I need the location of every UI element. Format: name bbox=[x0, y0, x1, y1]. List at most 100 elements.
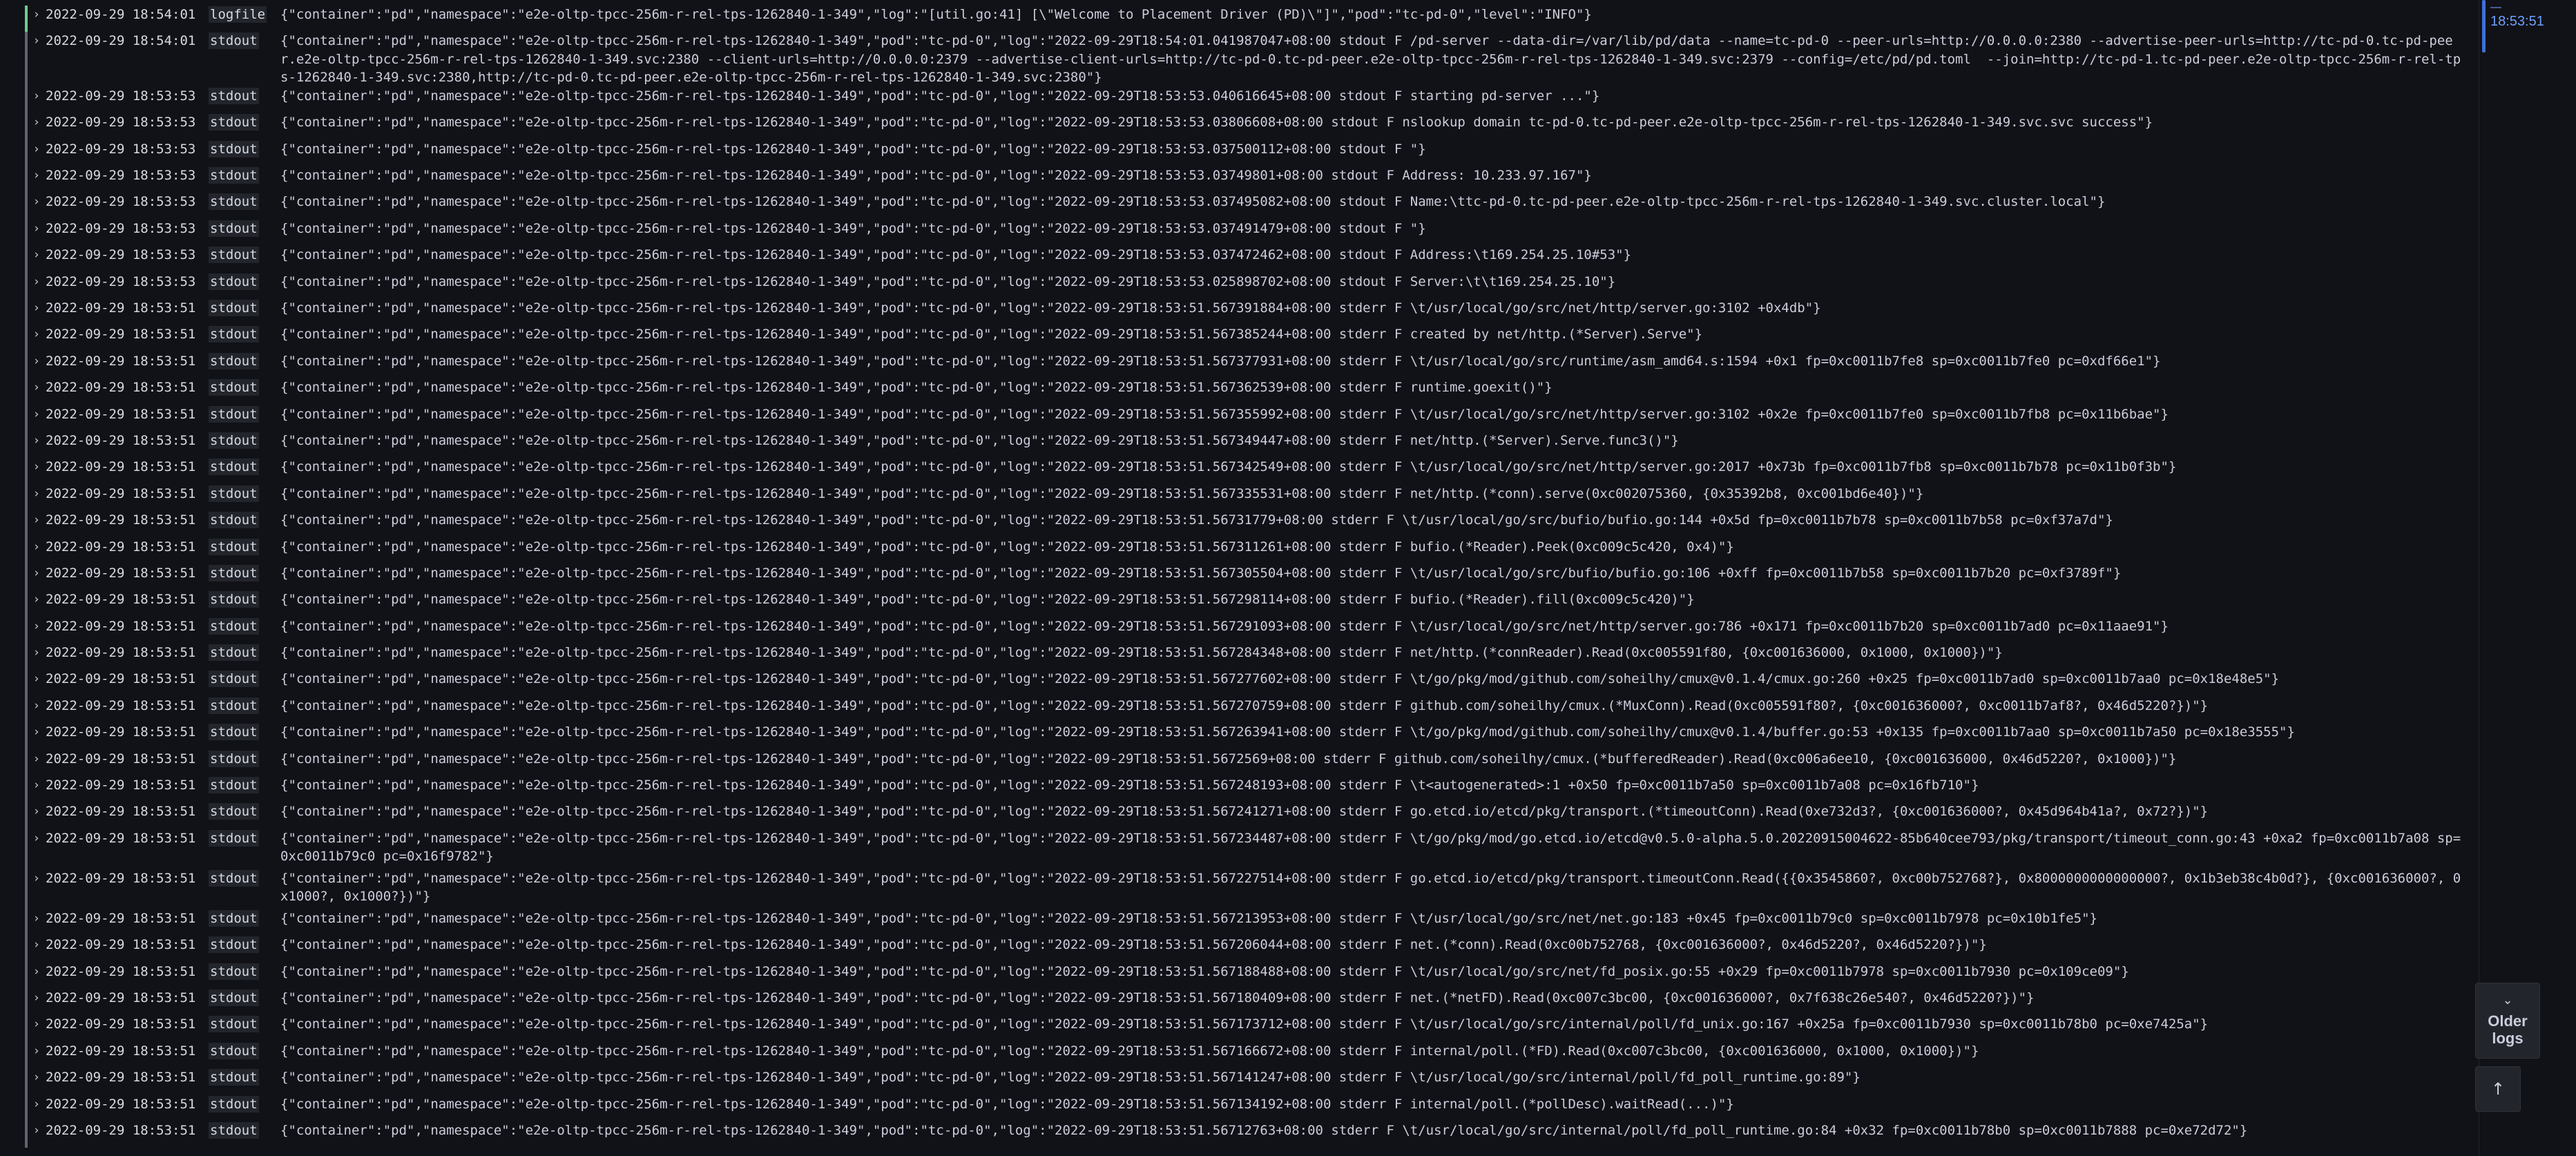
expand-row-chevron-icon[interactable]: › bbox=[29, 87, 44, 106]
expand-row-chevron-icon[interactable]: › bbox=[29, 432, 44, 450]
log-row[interactable]: › 2022-09-29 18:53:53 stdout {"container":"… bbox=[0, 113, 2478, 140]
expand-row-chevron-icon[interactable]: › bbox=[29, 723, 44, 742]
expand-row-chevron-icon[interactable]: › bbox=[29, 325, 44, 344]
log-row[interactable]: › 2022-09-29 18:53:51 stdout {"container":"… bbox=[0, 644, 2478, 671]
older-logs-button[interactable]: ⌄ Older logs bbox=[2475, 983, 2540, 1059]
log-row[interactable]: › 2022-09-29 18:53:53 stdout {"container":"… bbox=[0, 219, 2478, 247]
log-stream-label: stdout bbox=[209, 538, 259, 555]
expand-row-chevron-icon[interactable]: › bbox=[29, 166, 44, 185]
expand-row-chevron-icon[interactable]: › bbox=[29, 1121, 44, 1140]
log-row[interactable]: › 2022-09-29 18:53:51 stdout {"container":"… bbox=[0, 802, 2478, 829]
log-row[interactable]: › 2022-09-29 18:53:51 stdout {"container":"… bbox=[0, 563, 2478, 591]
expand-row-chevron-icon[interactable]: › bbox=[29, 485, 44, 503]
log-row[interactable]: › 2022-09-29 18:53:51 stdout {"container":"… bbox=[0, 869, 2478, 909]
log-row[interactable]: › 2022-09-29 18:53:51 stdout {"container":"… bbox=[0, 405, 2478, 432]
log-stream-label: stdout bbox=[209, 936, 259, 954]
expand-row-chevron-icon[interactable]: › bbox=[29, 220, 44, 238]
log-row[interactable]: › 2022-09-29 18:53:51 stdout {"container":"… bbox=[0, 325, 2478, 352]
expand-row-chevron-icon[interactable]: › bbox=[29, 246, 44, 264]
log-row[interactable]: › 2022-09-29 18:53:51 stdout {"container":"… bbox=[0, 351, 2478, 379]
log-row[interactable]: › 2022-09-29 18:53:51 stdout {"container":"… bbox=[0, 749, 2478, 777]
expand-row-chevron-icon[interactable]: › bbox=[29, 1015, 44, 1034]
expand-row-chevron-icon[interactable]: › bbox=[29, 564, 44, 583]
log-row[interactable]: › 2022-09-29 18:53:51 stdout {"container":"… bbox=[0, 936, 2478, 963]
log-row[interactable]: › 2022-09-29 18:54:01 logfile {"container":… bbox=[0, 6, 2478, 32]
log-row[interactable]: › 2022-09-29 18:53:51 stdout {"container":"… bbox=[0, 776, 2478, 803]
log-list: › 2022-09-29 18:54:01 logfile {"container":… bbox=[0, 6, 2478, 1148]
log-row[interactable]: › 2022-09-29 18:53:53 stdout {"container":"… bbox=[0, 139, 2478, 167]
expand-row-chevron-icon[interactable]: › bbox=[29, 989, 44, 1008]
log-stream-label-cell: stdout bbox=[209, 963, 280, 981]
expand-row-chevron-icon[interactable]: › bbox=[29, 776, 44, 795]
log-row[interactable]: › 2022-09-29 18:53:51 stdout {"container":"… bbox=[0, 696, 2478, 724]
log-row[interactable]: › 2022-09-29 18:53:51 stdout {"container":"… bbox=[0, 511, 2478, 538]
log-row[interactable]: › 2022-09-29 18:53:51 stdout {"container":"… bbox=[0, 458, 2478, 485]
expand-row-chevron-icon[interactable]: › bbox=[29, 617, 44, 636]
log-row[interactable]: › 2022-09-29 18:53:51 stdout {"container":"… bbox=[0, 962, 2478, 989]
log-row[interactable]: › 2022-09-29 18:53:51 stdout {"container":"… bbox=[0, 590, 2478, 617]
log-row[interactable]: › 2022-09-29 18:53:53 stdout {"container":"… bbox=[0, 246, 2478, 273]
expand-row-chevron-icon[interactable]: › bbox=[29, 1095, 44, 1114]
expand-row-chevron-icon[interactable]: › bbox=[29, 140, 44, 159]
expand-row-chevron-icon[interactable]: › bbox=[29, 909, 44, 928]
expand-row-chevron-icon[interactable]: › bbox=[29, 193, 44, 211]
expand-row-chevron-icon[interactable]: › bbox=[29, 829, 44, 848]
log-level-indicator bbox=[25, 6, 28, 32]
expand-row-chevron-icon[interactable]: › bbox=[29, 113, 44, 132]
expand-row-chevron-icon[interactable]: › bbox=[29, 6, 44, 24]
expand-row-chevron-icon[interactable]: › bbox=[29, 273, 44, 291]
expand-row-chevron-icon[interactable]: › bbox=[29, 32, 44, 50]
log-level-indicator bbox=[25, 869, 28, 909]
expand-row-chevron-icon[interactable]: › bbox=[29, 538, 44, 557]
log-stream-label: stdout bbox=[209, 32, 259, 50]
log-stream-label-cell: stdout bbox=[209, 644, 280, 662]
log-row[interactable]: › 2022-09-29 18:53:51 stdout {"container":"… bbox=[0, 1041, 2478, 1069]
expand-row-chevron-icon[interactable]: › bbox=[29, 378, 44, 397]
scroll-thumb[interactable] bbox=[2482, 0, 2486, 52]
expand-row-chevron-icon[interactable]: › bbox=[29, 299, 44, 318]
expand-row-chevron-icon[interactable]: › bbox=[29, 936, 44, 954]
log-message: {"container":"pd","namespace":"e2e-oltp-… bbox=[280, 327, 1703, 343]
log-row[interactable]: › 2022-09-29 18:54:01 stdout {"container":"… bbox=[0, 32, 2478, 87]
log-row[interactable]: › 2022-09-29 18:53:53 stdout {"container":"… bbox=[0, 272, 2478, 300]
expand-row-chevron-icon[interactable]: › bbox=[29, 750, 44, 769]
log-row[interactable]: › 2022-09-29 18:53:51 stdout {"container":"… bbox=[0, 431, 2478, 459]
log-row[interactable]: › 2022-09-29 18:53:51 stdout {"container":"… bbox=[0, 537, 2478, 564]
log-row[interactable]: › 2022-09-29 18:53:51 stdout {"container":"… bbox=[0, 299, 2478, 326]
log-timestamp: 2022-09-29 18:53:51 bbox=[46, 645, 196, 661]
log-timestamp: 2022-09-29 18:53:51 bbox=[46, 804, 196, 820]
log-timestamp: 2022-09-29 18:53:53 bbox=[46, 115, 196, 131]
expand-row-chevron-icon[interactable]: › bbox=[29, 697, 44, 715]
log-row[interactable]: › 2022-09-29 18:53:51 stdout {"container":"… bbox=[0, 378, 2478, 405]
expand-row-chevron-icon[interactable]: › bbox=[29, 869, 44, 888]
log-row[interactable]: › 2022-09-29 18:53:51 stdout {"container":"… bbox=[0, 1121, 2478, 1148]
log-row[interactable]: › 2022-09-29 18:53:53 stdout {"container":"… bbox=[0, 193, 2478, 220]
expand-row-chevron-icon[interactable]: › bbox=[29, 644, 44, 662]
log-row[interactable]: › 2022-09-29 18:53:51 stdout {"container":"… bbox=[0, 723, 2478, 750]
log-message: {"container":"pd","namespace":"e2e-oltp-… bbox=[280, 273, 1616, 289]
log-row[interactable]: › 2022-09-29 18:53:51 stdout {"container":"… bbox=[0, 1015, 2478, 1042]
expand-row-chevron-icon[interactable]: › bbox=[29, 405, 44, 424]
log-message: {"container":"pd","namespace":"e2e-oltp-… bbox=[280, 830, 2461, 865]
log-row[interactable]: › 2022-09-29 18:53:51 stdout {"container":"… bbox=[0, 989, 2478, 1016]
expand-row-chevron-icon[interactable]: › bbox=[29, 458, 44, 476]
expand-row-chevron-icon[interactable]: › bbox=[29, 670, 44, 688]
expand-row-chevron-icon[interactable]: › bbox=[29, 1068, 44, 1087]
expand-row-chevron-icon[interactable]: › bbox=[29, 511, 44, 530]
expand-row-chevron-icon[interactable]: › bbox=[29, 352, 44, 371]
log-row[interactable]: › 2022-09-29 18:53:53 stdout {"container":"… bbox=[0, 166, 2478, 193]
expand-row-chevron-icon[interactable]: › bbox=[29, 963, 44, 981]
log-row[interactable]: › 2022-09-29 18:53:51 stdout {"container":"… bbox=[0, 829, 2478, 869]
log-row[interactable]: › 2022-09-29 18:53:51 stdout {"container":"… bbox=[0, 484, 2478, 512]
expand-row-chevron-icon[interactable]: › bbox=[29, 1042, 44, 1061]
log-row[interactable]: › 2022-09-29 18:53:51 stdout {"container":"… bbox=[0, 670, 2478, 697]
log-row[interactable]: › 2022-09-29 18:53:51 stdout {"container":"… bbox=[0, 1068, 2478, 1095]
expand-row-chevron-icon[interactable]: › bbox=[29, 802, 44, 821]
log-row[interactable]: › 2022-09-29 18:53:51 stdout {"container":"… bbox=[0, 909, 2478, 936]
expand-row-chevron-icon[interactable]: › bbox=[29, 590, 44, 609]
log-row[interactable]: › 2022-09-29 18:53:51 stdout {"container":"… bbox=[0, 617, 2478, 644]
log-row[interactable]: › 2022-09-29 18:53:53 stdout {"container":"… bbox=[0, 86, 2478, 114]
log-message: {"container":"pd","namespace":"e2e-oltp-… bbox=[280, 459, 2177, 475]
log-row[interactable]: › 2022-09-29 18:53:51 stdout {"container":"… bbox=[0, 1095, 2478, 1121]
scroll-to-top-button[interactable]: ↑ bbox=[2475, 1066, 2521, 1112]
